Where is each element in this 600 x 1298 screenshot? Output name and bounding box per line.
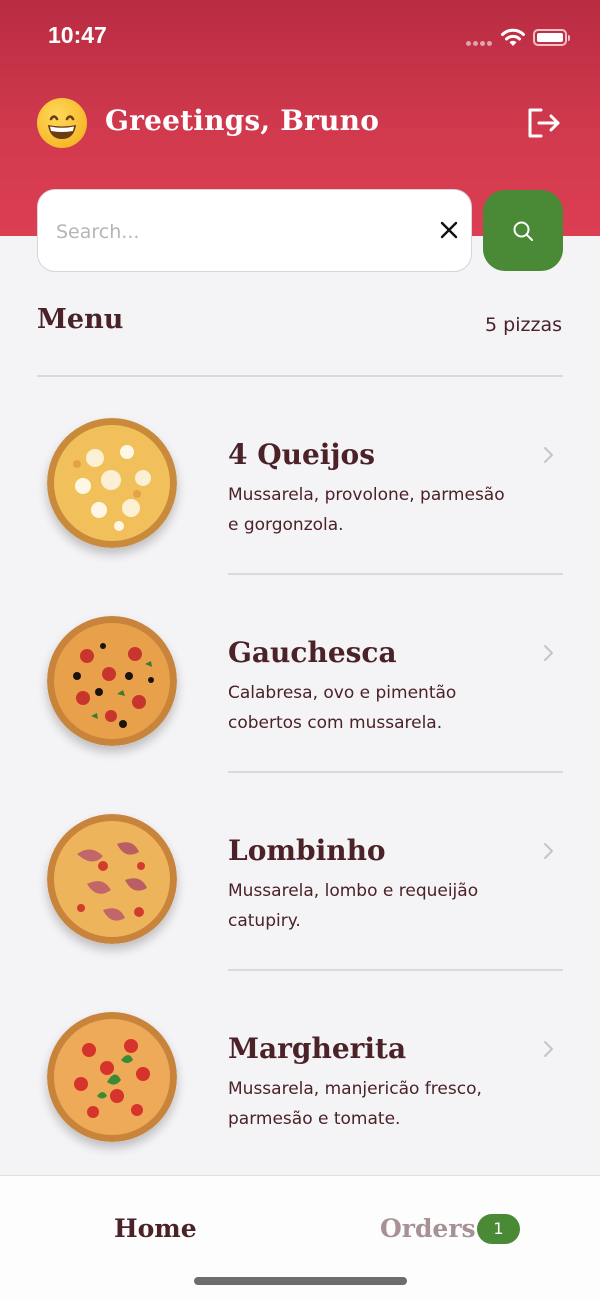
pizza-item-gauchesca[interactable]: Gauchesca Calabresa, ovo e pimentão cobe… bbox=[0, 575, 600, 773]
chevron-right-icon bbox=[544, 843, 553, 859]
chevron-right-icon bbox=[544, 447, 553, 463]
menu-title: Menu bbox=[37, 304, 124, 335]
pizza-image bbox=[47, 616, 177, 746]
pizza-name: Gauchesca bbox=[228, 636, 397, 669]
close-icon bbox=[440, 221, 458, 239]
battery-icon bbox=[533, 29, 570, 46]
tab-home[interactable]: Home bbox=[114, 1214, 197, 1243]
logout-icon bbox=[528, 108, 560, 138]
pizza-item-4-queijos[interactable]: 4 Queijos Mussarela, provolone, parmesão… bbox=[0, 377, 600, 575]
pizza-image bbox=[47, 814, 177, 944]
pizza-description: Calabresa, ovo e pimentão cobertos com m… bbox=[228, 683, 457, 733]
pizza-image bbox=[47, 418, 177, 548]
search-field[interactable] bbox=[37, 189, 472, 272]
pizza-list: 4 Queijos Mussarela, provolone, parmesão… bbox=[0, 377, 600, 1169]
orders-count-badge: 1 bbox=[477, 1214, 520, 1244]
greeting-text: Greetings, Bruno bbox=[105, 104, 380, 137]
tab-bar: Home Orders 1 bbox=[0, 1175, 600, 1298]
pizza-item-lombinho[interactable]: Lombinho Mussarela, lombo e requeijão ca… bbox=[0, 773, 600, 971]
logout-button[interactable] bbox=[526, 106, 562, 140]
pizza-name: Lombinho bbox=[228, 834, 386, 867]
grinning-face-icon bbox=[37, 98, 87, 148]
pizza-description: Mussarela, manjericão fresco, parmesão e… bbox=[228, 1079, 482, 1129]
search-icon bbox=[513, 221, 533, 241]
wifi-icon bbox=[501, 28, 525, 46]
pizza-description: Mussarela, lombo e requeijão catupiry. bbox=[228, 881, 479, 931]
home-indicator bbox=[194, 1277, 407, 1285]
pizza-description: Mussarela, provolone, parmesão e gorgonz… bbox=[228, 485, 505, 535]
pizza-count: 5 pizzas bbox=[485, 314, 562, 336]
search-button[interactable] bbox=[483, 190, 563, 271]
pizza-item-margherita[interactable]: Margherita Mussarela, manjericão fresco,… bbox=[0, 971, 600, 1169]
pizza-name: Margherita bbox=[228, 1032, 407, 1065]
status-time: 10:47 bbox=[48, 22, 107, 48]
chevron-right-icon bbox=[544, 1041, 553, 1057]
pizza-name: 4 Queijos bbox=[228, 438, 375, 471]
chevron-right-icon bbox=[544, 645, 553, 661]
clear-search-button[interactable] bbox=[438, 219, 460, 241]
tab-orders[interactable]: Orders bbox=[380, 1214, 476, 1243]
cellular-signal-icon bbox=[466, 41, 492, 47]
search-input[interactable] bbox=[56, 216, 416, 248]
pizza-image bbox=[47, 1012, 177, 1142]
